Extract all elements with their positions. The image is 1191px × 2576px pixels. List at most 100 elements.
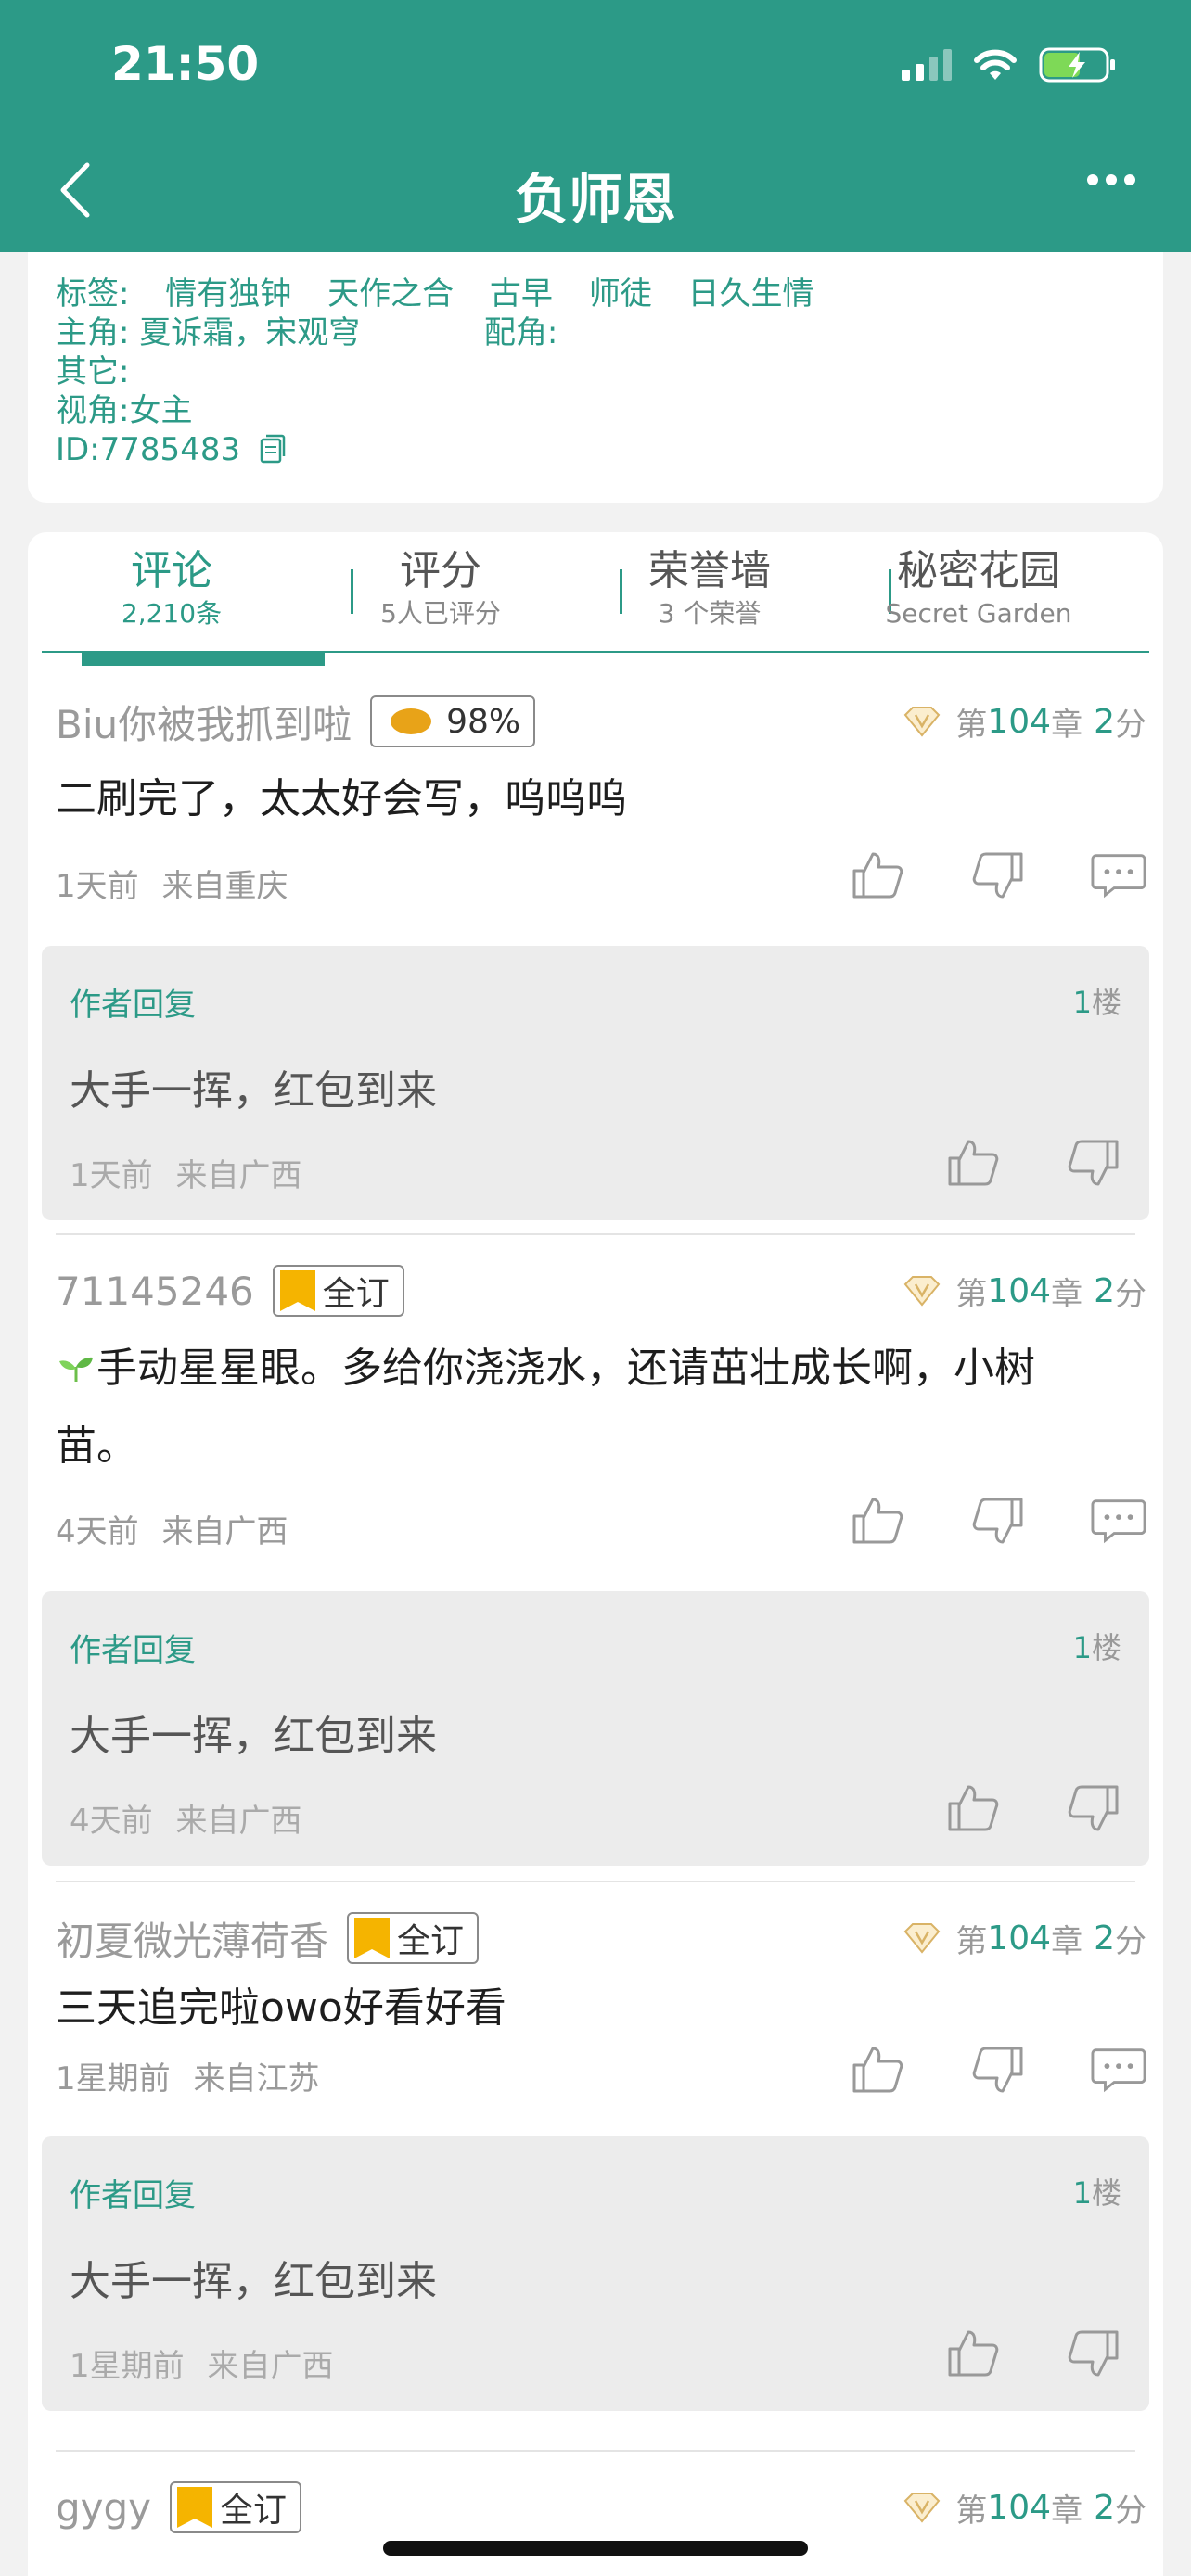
floor-number: 1: [1072, 985, 1092, 1020]
reply-label: 作者回复: [70, 1632, 196, 1669]
chapter-suffix: 章: [1051, 1922, 1083, 1960]
thumbs-up-icon[interactable]: [850, 2044, 905, 2096]
comment-meta: 1星期前 来自江苏: [56, 2053, 319, 2098]
score-number: 2: [1094, 1271, 1115, 1310]
tab-label: 荣誉墙: [648, 547, 771, 594]
tag-item[interactable]: 情有独钟: [165, 275, 291, 312]
chapter-prefix: 第: [955, 2492, 988, 2530]
thumbs-up-icon[interactable]: [850, 849, 905, 901]
comment-header: 初夏微光薄荷香 全订: [56, 1910, 480, 1967]
reply-meta: 1星期前 来自广西: [70, 2340, 333, 2386]
comment-username[interactable]: 初夏微光薄荷香: [56, 1910, 328, 1967]
reply-icon[interactable]: [1091, 1495, 1146, 1547]
author-reply: 作者回复 1楼 大手一挥，红包到来 1天前 来自广西: [42, 946, 1149, 1220]
main-roles-label: 主角:: [56, 314, 130, 351]
reply-text: 大手一挥，红包到来: [70, 1067, 437, 1115]
tab-label: 秘密花园: [897, 547, 1060, 594]
comment-username[interactable]: Biu你被我抓到啦: [56, 694, 352, 750]
reply-icon[interactable]: [1091, 2044, 1146, 2096]
score-suffix: 分: [1115, 706, 1146, 744]
reply-time: 4天前: [70, 1803, 153, 1840]
comment-text-line: 苗。: [56, 1422, 137, 1470]
roles-row: 主角: 夏诉霜，宋观穹 配角:: [56, 313, 1135, 352]
thumbs-up-icon[interactable]: [945, 2327, 1001, 2379]
tab-sub: 5人已评分: [380, 598, 501, 629]
thumbs-down-icon[interactable]: [1066, 1782, 1121, 1834]
score-suffix: 分: [1115, 1275, 1146, 1313]
reply-actions: [945, 1782, 1121, 1834]
tab-secret-garden[interactable]: 秘密花园 Secret Garden: [858, 545, 1099, 631]
comment-text: 三天追完啦owo好看好看: [56, 1984, 506, 2032]
comment-username[interactable]: gygy: [56, 2485, 151, 2531]
badge-text: 全订: [220, 2492, 288, 2530]
comment-text: 二刷完了，太太好会写，呜呜呜: [56, 775, 627, 823]
chapter-prefix: 第: [955, 706, 988, 744]
tab-comments[interactable]: 评论 2,210条: [51, 545, 292, 631]
reply-time: 1天前: [70, 1157, 153, 1194]
more-button[interactable]: [1087, 174, 1135, 185]
tag-item[interactable]: 天作之合: [327, 275, 454, 312]
score-suffix: 分: [1115, 2492, 1146, 2530]
reply-actions: [945, 1137, 1121, 1189]
divider: [56, 2450, 1135, 2452]
chapter-suffix: 章: [1051, 1275, 1083, 1313]
tag-item[interactable]: 师徒: [589, 275, 652, 312]
bookmark-icon: [354, 1918, 391, 1958]
gold-ingot-icon: [391, 708, 432, 734]
floor-suffix: 楼: [1091, 2175, 1121, 2211]
tags-label: 标签:: [56, 275, 130, 312]
reply-floor: 1楼: [1073, 1625, 1121, 1667]
reply-floor: 1楼: [1073, 979, 1121, 1022]
tag-item[interactable]: 日久生情: [688, 275, 814, 312]
vip-icon: [904, 707, 941, 737]
chapter-suffix: 章: [1051, 2492, 1083, 2530]
thumbs-down-icon[interactable]: [970, 849, 1026, 901]
tag-item[interactable]: 古早: [490, 275, 553, 312]
comment-text: 手动星星眼。多给你浇浇水，还请茁壮成长啊，小树 苗。: [56, 1330, 1113, 1486]
reply-floor: 1楼: [1073, 2170, 1121, 2213]
support-roles-label: 配角:: [483, 314, 558, 351]
reply-location: 来自广西: [175, 1157, 302, 1194]
comment-text-part: 手动星星眼。多给你浇浇水，还请茁壮成长啊，小树: [96, 1345, 1035, 1392]
reply-icon[interactable]: [1091, 849, 1146, 901]
score-suffix: 分: [1115, 1922, 1146, 1960]
thumbs-down-icon[interactable]: [970, 1495, 1026, 1547]
status-icons: [902, 46, 1117, 83]
vip-icon: [904, 1276, 941, 1307]
floor-number: 1: [1072, 1630, 1092, 1665]
tab-honor-wall[interactable]: 荣誉墙 3 个荣誉: [589, 545, 830, 631]
thumbs-up-icon[interactable]: [850, 1495, 905, 1547]
tab-sub: Secret Garden: [885, 598, 1072, 629]
copy-icon[interactable]: [256, 432, 288, 465]
page-title: 负师恩: [514, 168, 676, 231]
bookmark-icon: [279, 1270, 315, 1311]
comment-actions: [850, 2044, 1146, 2096]
reply-meta: 4天前 来自广西: [70, 1795, 301, 1841]
thumbs-up-icon[interactable]: [945, 1137, 1001, 1189]
subscribe-badge: 全订: [272, 1265, 404, 1317]
score-number: 2: [1094, 702, 1115, 741]
book-id: ID:7785483: [56, 431, 241, 468]
tab-bar: 评论 2,210条 评分 5人已评分 荣誉墙 3 个荣誉 秘密花园 Secret…: [42, 532, 1149, 653]
comment-username[interactable]: 71145246: [56, 1269, 254, 1314]
reply-label: 作者回复: [70, 987, 196, 1024]
vip-icon: [904, 1923, 941, 1954]
thumbs-down-icon[interactable]: [1066, 1137, 1121, 1189]
thumbs-down-icon[interactable]: [1066, 2327, 1121, 2379]
id-row: ID:7785483: [56, 430, 1135, 469]
comment-text-line: 手动星星眼。多给你浇浇水，还请茁壮成长啊，小树: [56, 1330, 1113, 1408]
vip-icon: [904, 2493, 941, 2523]
reply-time: 1星期前: [70, 2348, 185, 2385]
comment-time: 4天前: [56, 1513, 139, 1550]
thumbs-up-icon[interactable]: [945, 1782, 1001, 1834]
signal-icon: [902, 49, 952, 81]
other-row: 其它:: [56, 353, 130, 390]
tab-ratings[interactable]: 评分 5人已评分: [320, 545, 561, 631]
chapter-number: 104: [987, 702, 1052, 741]
chapter-number: 104: [987, 1271, 1052, 1310]
chapter-number: 104: [987, 2488, 1052, 2527]
comment-header: 71145246 全订: [56, 1263, 404, 1319]
thumbs-down-icon[interactable]: [970, 2044, 1026, 2096]
battery-charging-icon: [1039, 47, 1115, 83]
comment-location: 来自江苏: [193, 2060, 320, 2098]
